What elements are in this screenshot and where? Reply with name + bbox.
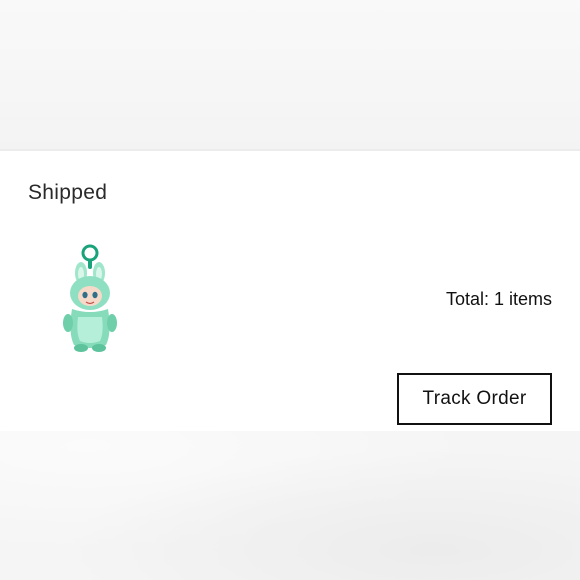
bottom-blank-area	[0, 431, 580, 580]
order-list-page: Shipped Total: 1 items Track Order	[0, 0, 580, 580]
product-thumbnail[interactable]	[52, 243, 128, 355]
order-total: Total: 1 items	[445, 289, 552, 309]
order-card[interactable]: Shipped Total: 1 items Track Order	[0, 151, 580, 431]
order-status: Shipped	[28, 181, 108, 204]
track-order-button[interactable]: Track Order	[397, 373, 552, 425]
top-blank-area	[0, 0, 580, 149]
plush-keychain-icon	[63, 244, 117, 352]
